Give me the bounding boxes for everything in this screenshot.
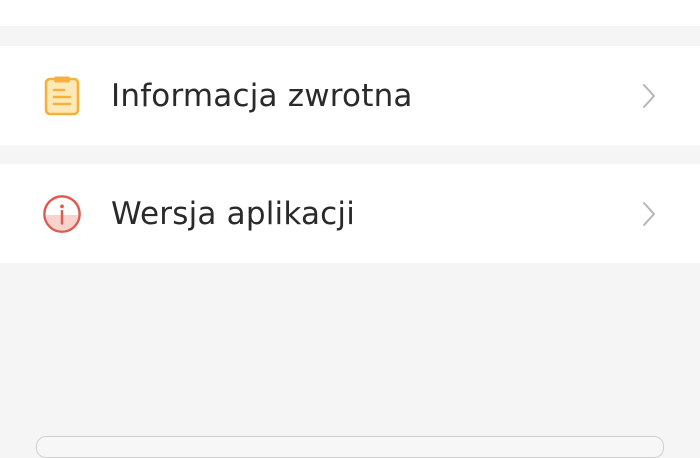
menu-item-feedback[interactable]: Informacja zwrotna bbox=[0, 46, 700, 145]
chevron-right-icon bbox=[640, 200, 658, 228]
menu-item-app-version[interactable]: Wersja aplikacji bbox=[0, 164, 700, 263]
app-version-info-icon bbox=[42, 194, 82, 234]
chevron-right-icon bbox=[640, 82, 658, 110]
top-panel bbox=[0, 0, 700, 26]
menu-item-label-app-version: Wersja aplikacji bbox=[111, 195, 356, 232]
bottom-card[interactable] bbox=[36, 436, 664, 458]
feedback-clipboard-icon bbox=[42, 76, 82, 116]
menu-item-label-feedback: Informacja zwrotna bbox=[111, 77, 413, 114]
